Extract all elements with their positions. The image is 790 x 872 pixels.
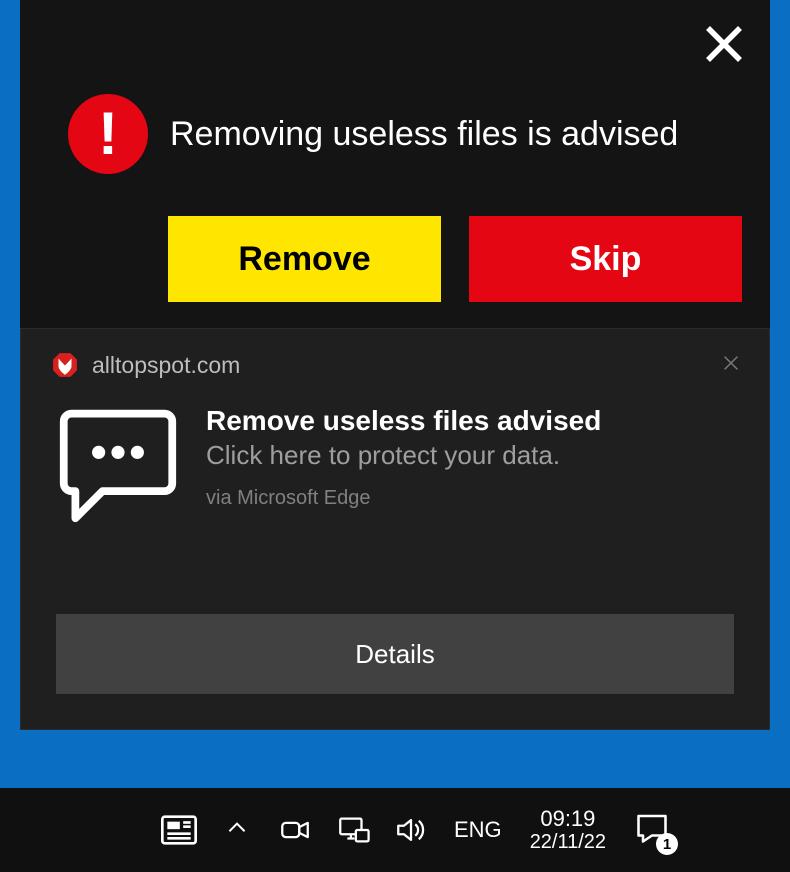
notification-badge: 1	[656, 833, 678, 855]
popup-close-button[interactable]	[700, 22, 748, 70]
alert-glyph: !	[98, 104, 118, 164]
details-button[interactable]: Details	[56, 614, 734, 694]
notification-header: alltopspot.com	[52, 350, 746, 380]
notification-subtitle: Click here to protect your data.	[206, 440, 601, 471]
notification-close-button[interactable]	[716, 350, 746, 380]
taskbar: ENG 09:19 22/11/22 1	[0, 788, 790, 872]
language-indicator[interactable]: ENG	[440, 817, 516, 843]
clock-date: 22/11/22	[530, 831, 606, 853]
close-icon	[720, 352, 742, 379]
notification-via: via Microsoft Edge	[206, 487, 601, 510]
action-center-button[interactable]: 1	[620, 801, 684, 859]
speech-bubble-icon	[56, 402, 180, 526]
remove-button[interactable]: Remove	[168, 216, 441, 302]
notification-text: Remove useless files advised Click here …	[206, 402, 601, 526]
chevron-up-icon	[224, 815, 250, 846]
skip-button[interactable]: Skip	[469, 216, 742, 302]
notification-site: alltopspot.com	[92, 352, 240, 379]
clock-time: 09:19	[530, 807, 606, 831]
notification-title: Remove useless files advised	[206, 404, 601, 438]
notification-body: Remove useless files advised Click here …	[56, 402, 734, 526]
popup-title-row: ! Removing useless files is advised	[68, 94, 740, 174]
meet-now-icon[interactable]	[266, 801, 324, 859]
network-icon[interactable]	[324, 801, 382, 859]
close-icon	[703, 23, 745, 70]
clock[interactable]: 09:19 22/11/22	[516, 807, 620, 853]
show-hidden-icons-button[interactable]	[208, 801, 266, 859]
alert-icon: !	[68, 94, 148, 174]
notification-toast[interactable]: alltopspot.com Remove useless files advi…	[20, 328, 770, 730]
popup-title: Removing useless files is advised	[170, 115, 678, 154]
adblock-icon	[52, 352, 78, 378]
news-and-interests-icon[interactable]	[150, 801, 208, 859]
popup-buttons: Remove Skip	[168, 216, 742, 302]
volume-icon[interactable]	[382, 801, 440, 859]
scareware-popup: ! Removing useless files is advised Remo…	[20, 0, 770, 328]
